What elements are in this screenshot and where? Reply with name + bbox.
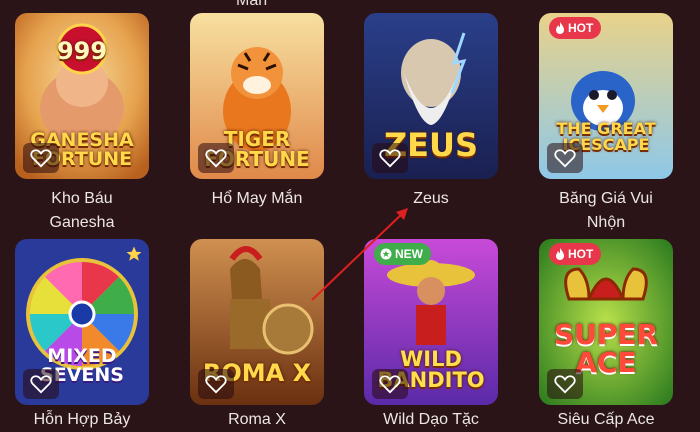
heart-icon: [205, 375, 227, 394]
favorite-button[interactable]: [198, 143, 234, 173]
game-label-line1: Băng Giá Vui: [559, 190, 653, 207]
hot-badge: HOT: [549, 17, 602, 39]
game-card-mixed-sevens[interactable]: MIXED SEVENS: [15, 239, 149, 405]
favorite-button[interactable]: [547, 143, 583, 173]
partial-game-label: Mắn: [236, 0, 268, 9]
game-label-line1: Kho Báu: [51, 190, 113, 207]
game-label[interactable]: Kho Báu Ganesha: [2, 187, 162, 235]
game-label[interactable]: Roma X: [177, 408, 337, 432]
game-card-wild-bandito[interactable]: NEW WILD BANDITO: [364, 239, 498, 405]
game-card-ganesha-fortune[interactable]: 999 GANESHA FORTUNE: [15, 13, 149, 179]
badge-label: HOT: [568, 21, 594, 35]
game-title-art-line1: SUPER: [553, 318, 659, 351]
game-card-super-ace[interactable]: HOT SUPER ACE: [539, 239, 673, 405]
favorite-button[interactable]: [23, 369, 59, 399]
flame-icon: [556, 248, 564, 260]
heart-icon: [30, 149, 52, 168]
game-card-the-great-icescape[interactable]: HOT THE GREAT ICESCAPE: [539, 13, 673, 179]
hot-badge: HOT: [549, 243, 602, 265]
heart-icon: [379, 149, 401, 168]
game-label[interactable]: Wild Dạo Tặc: [351, 408, 511, 432]
favorite-button[interactable]: [547, 369, 583, 399]
jackpot-999-text: 999: [56, 37, 108, 65]
game-card-zeus[interactable]: ZEUS: [364, 13, 498, 179]
game-label-line2: Nhộn: [586, 214, 626, 231]
game-label-line1: Zeus: [413, 190, 449, 207]
game-label[interactable]: Siêu Cấp Ace: [526, 408, 686, 432]
game-label[interactable]: Hổ May Mắn: [177, 187, 337, 211]
favorite-button[interactable]: [198, 369, 234, 399]
game-label[interactable]: Băng Giá Vui Nhộn: [526, 187, 686, 235]
flame-icon: [556, 22, 564, 34]
game-label-line1: Hổ May Mắn: [211, 190, 303, 207]
favorite-button[interactable]: [23, 143, 59, 173]
favorite-button[interactable]: [372, 143, 408, 173]
star-badge-icon: [380, 248, 392, 260]
heart-icon: [554, 149, 576, 168]
heart-icon: [379, 375, 401, 394]
heart-icon: [205, 149, 227, 168]
badge-label: HOT: [568, 247, 594, 261]
game-card-tiger-fortune[interactable]: TIGER FORTUNE: [190, 13, 324, 179]
star-icon: [126, 246, 142, 261]
game-title-art-line1: WILD: [400, 347, 462, 371]
heart-icon: [30, 375, 52, 394]
game-label[interactable]: Hỗn Hợp Bảy: [2, 408, 162, 432]
new-badge: NEW: [374, 243, 431, 265]
badge-label: NEW: [395, 247, 423, 261]
game-card-roma-x[interactable]: ROMA X: [190, 239, 324, 405]
game-label[interactable]: Zeus: [351, 187, 511, 211]
favorite-button[interactable]: [372, 369, 408, 399]
game-label-line2: Ganesha: [49, 214, 115, 231]
heart-icon: [554, 375, 576, 394]
